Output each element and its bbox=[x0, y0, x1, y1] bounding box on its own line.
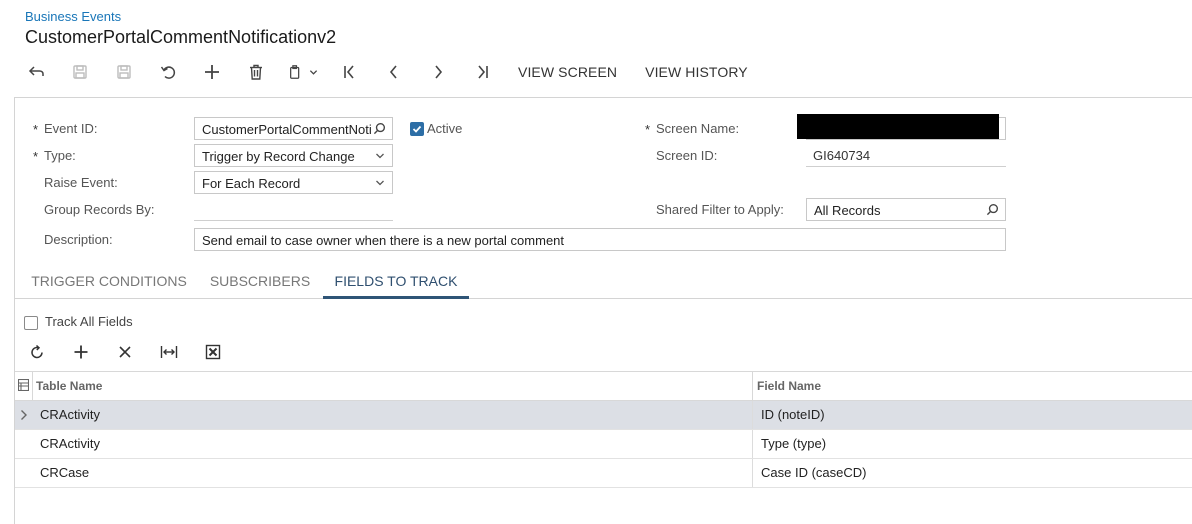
clipboard-menu-button[interactable] bbox=[278, 58, 328, 86]
save-button[interactable] bbox=[102, 58, 146, 86]
undo-icon bbox=[160, 66, 176, 79]
redaction-box bbox=[797, 114, 999, 139]
description-label: Description: bbox=[44, 232, 113, 247]
chevron-down-icon bbox=[309, 69, 318, 75]
event-id-value: CustomerPortalCommentNoti bbox=[202, 122, 372, 137]
save-icon bbox=[117, 65, 131, 79]
column-header-field-name[interactable]: Field Name bbox=[757, 372, 821, 400]
screen-id-field: GI640734 bbox=[806, 144, 1006, 167]
column-divider bbox=[752, 372, 753, 400]
column-config-icon[interactable] bbox=[18, 379, 29, 391]
save-close-icon bbox=[73, 65, 87, 79]
back-button[interactable] bbox=[14, 58, 58, 86]
tab-bar: TRIGGER CONDITIONS SUBSCRIBERS FIELDS TO… bbox=[15, 268, 1192, 299]
excel-icon bbox=[205, 344, 221, 360]
refresh-button[interactable] bbox=[15, 338, 59, 366]
shared-filter-label: Shared Filter to Apply: bbox=[656, 202, 784, 217]
cell-divider bbox=[752, 401, 753, 429]
screen-id-label: Screen ID: bbox=[656, 148, 718, 163]
delete-button[interactable] bbox=[234, 58, 278, 86]
arrow-back-icon bbox=[28, 66, 44, 76]
fit-columns-icon bbox=[160, 346, 178, 358]
previous-record-icon bbox=[389, 65, 397, 79]
cell-table-name[interactable]: CRActivity bbox=[40, 401, 100, 429]
grid-toolbar bbox=[15, 338, 235, 366]
shared-filter-value: All Records bbox=[814, 203, 881, 218]
main-toolbar: VIEW SCREEN VIEW HISTORY bbox=[14, 58, 762, 86]
chevron-down-icon bbox=[376, 153, 384, 159]
active-label: Active bbox=[427, 121, 463, 136]
page-title: CustomerPortalCommentNotificationv2 bbox=[25, 27, 337, 47]
breadcrumb[interactable]: Business Events bbox=[25, 9, 121, 24]
cell-field-name[interactable]: Type (type) bbox=[761, 430, 826, 458]
raise-event-value: For Each Record bbox=[202, 176, 301, 191]
export-excel-button[interactable] bbox=[191, 338, 235, 366]
first-record-icon bbox=[344, 65, 354, 79]
column-divider bbox=[32, 372, 33, 400]
required-marker: * bbox=[645, 122, 651, 137]
clipboard-icon bbox=[290, 65, 300, 79]
next-record-button[interactable] bbox=[416, 58, 460, 86]
previous-record-button[interactable] bbox=[372, 58, 416, 86]
type-label: Type: bbox=[44, 148, 76, 163]
view-history-button[interactable]: VIEW HISTORY bbox=[631, 58, 762, 86]
delete-row-button[interactable] bbox=[103, 338, 147, 366]
tab-trigger-conditions[interactable]: TRIGGER CONDITIONS bbox=[29, 268, 189, 299]
plus-icon bbox=[74, 345, 88, 359]
screen-name-label: Screen Name: bbox=[656, 121, 740, 136]
required-marker: * bbox=[33, 122, 39, 137]
cell-divider bbox=[752, 459, 753, 487]
track-all-fields-checkbox[interactable] bbox=[24, 316, 38, 330]
checkmark-icon bbox=[412, 125, 422, 133]
cell-divider bbox=[752, 430, 753, 458]
raise-event-label: Raise Event: bbox=[44, 175, 118, 190]
event-id-field[interactable]: CustomerPortalCommentNoti bbox=[194, 117, 393, 140]
grid-header: Table Name Field Name bbox=[15, 371, 1192, 401]
table-row[interactable]: CRActivity Type (type) bbox=[15, 430, 1192, 459]
required-marker: * bbox=[33, 149, 39, 164]
table-row[interactable]: CRCase Case ID (caseCD) bbox=[15, 459, 1192, 488]
cell-table-name[interactable]: CRCase bbox=[40, 459, 89, 487]
refresh-icon bbox=[31, 344, 43, 359]
last-record-icon bbox=[478, 65, 488, 79]
cell-field-name[interactable]: Case ID (caseCD) bbox=[761, 459, 866, 487]
track-all-fields-label: Track All Fields bbox=[45, 314, 133, 329]
shared-filter-field[interactable]: All Records bbox=[806, 198, 1006, 221]
type-value: Trigger by Record Change bbox=[202, 149, 355, 164]
content-panel: * Event ID: CustomerPortalCommentNoti Ac… bbox=[14, 97, 1192, 524]
row-selector-arrow-icon bbox=[21, 410, 27, 420]
view-screen-button[interactable]: VIEW SCREEN bbox=[504, 58, 631, 86]
active-checkbox[interactable] bbox=[410, 122, 424, 136]
fit-columns-button[interactable] bbox=[147, 338, 191, 366]
add-row-button[interactable] bbox=[59, 338, 103, 366]
search-icon[interactable] bbox=[373, 122, 386, 135]
raise-event-select[interactable]: For Each Record bbox=[194, 171, 393, 194]
table-row[interactable]: CRActivity ID (noteID) bbox=[15, 401, 1192, 430]
cell-table-name[interactable]: CRActivity bbox=[40, 430, 100, 458]
group-records-by-field[interactable] bbox=[194, 198, 393, 221]
event-id-label: Event ID: bbox=[44, 121, 98, 136]
last-record-button[interactable] bbox=[460, 58, 504, 86]
undo-button[interactable] bbox=[146, 58, 190, 86]
close-icon bbox=[119, 346, 131, 358]
add-button[interactable] bbox=[190, 58, 234, 86]
next-record-icon bbox=[435, 65, 443, 79]
save-close-button[interactable] bbox=[58, 58, 102, 86]
fields-grid: Table Name Field Name CRActivity ID (not… bbox=[15, 371, 1192, 488]
trash-icon bbox=[250, 64, 262, 80]
plus-icon bbox=[205, 65, 219, 79]
search-icon[interactable] bbox=[986, 203, 999, 216]
type-select[interactable]: Trigger by Record Change bbox=[194, 144, 393, 167]
first-record-button[interactable] bbox=[328, 58, 372, 86]
description-field[interactable]: Send email to case owner when there is a… bbox=[194, 228, 1006, 251]
tab-fields-to-track[interactable]: FIELDS TO TRACK bbox=[323, 268, 469, 299]
tab-subscribers[interactable]: SUBSCRIBERS bbox=[201, 268, 319, 299]
cell-field-name[interactable]: ID (noteID) bbox=[761, 401, 825, 429]
chevron-down-icon bbox=[376, 180, 384, 186]
column-header-table-name[interactable]: Table Name bbox=[36, 372, 102, 400]
group-records-by-label: Group Records By: bbox=[44, 202, 155, 217]
